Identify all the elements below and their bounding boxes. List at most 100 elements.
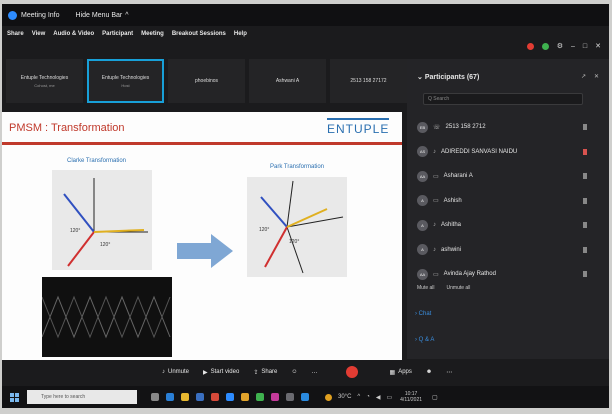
notifications-icon[interactable]: ▢ <box>432 394 438 401</box>
settings-icon[interactable]: ⚙ <box>557 42 563 50</box>
video-tile[interactable]: Ashwani A <box>249 59 326 103</box>
tile-sub: Cohost, me <box>34 82 55 88</box>
video-tile-active[interactable]: Entuple Technologies Host <box>86 59 165 103</box>
participant-name: Asharani A <box>443 173 473 180</box>
participant-row[interactable]: A ♪ Ashitha <box>417 213 607 238</box>
windows-start-icon[interactable] <box>10 392 19 402</box>
network-icon[interactable]: ◔ <box>366 394 370 400</box>
slide-divider <box>2 142 402 145</box>
maximize-icon[interactable]: □ <box>583 43 587 50</box>
avatar: A <box>417 195 428 207</box>
participant-row[interactable]: A ♪ ashwini <box>417 238 607 263</box>
park-diagram: 120° 120° <box>247 177 347 277</box>
menu-audio-video[interactable]: Audio & Video <box>53 31 94 37</box>
close-panel-icon[interactable]: ✕ <box>594 73 599 80</box>
store-icon[interactable] <box>196 393 204 401</box>
apps-button[interactable]: ▦ Apps <box>390 369 412 376</box>
avatar: EB <box>417 121 428 133</box>
close-icon[interactable]: ✕ <box>595 42 601 50</box>
participant-row[interactable]: AS ♪ ADIREDDI SANVASI NAIDU <box>417 140 607 165</box>
mic-status-icon[interactable] <box>583 197 587 204</box>
windows-taskbar: Type here to search 30°C ^ ◔ ◀ ▭ 10:17 4… <box>2 386 609 408</box>
volume-icon[interactable]: ◀ <box>376 394 381 401</box>
tile-sub: Host <box>121 82 130 88</box>
panel-actions: ↗ ✕ <box>581 73 599 80</box>
participants-toggle-icon[interactable]: ☻ <box>426 369 432 375</box>
phase-c-vector <box>67 231 95 267</box>
battery-icon[interactable]: ▭ <box>386 394 392 401</box>
video-tile[interactable]: phoebinos <box>168 59 246 103</box>
edge-icon[interactable] <box>166 393 174 401</box>
menu-participant[interactable]: Participant <box>102 31 133 37</box>
participant-name: ADIREDDI SANVASI NAIDU <box>441 148 518 155</box>
hide-menu-bar-button[interactable]: Hide Menu Bar ^ <box>76 12 129 19</box>
mic-muted-icon[interactable] <box>583 148 587 155</box>
app-icon[interactable] <box>286 393 294 401</box>
participant-name: Ashitha <box>441 222 462 229</box>
more-icon[interactable]: … <box>312 369 318 375</box>
reactions-icon[interactable]: ☺ <box>291 369 297 375</box>
app-icon[interactable] <box>301 393 309 401</box>
menu-share[interactable]: Share <box>7 31 24 37</box>
participant-search-input[interactable]: Q Search <box>423 93 583 105</box>
video-tile[interactable]: 2513 158 27172 <box>330 59 407 103</box>
whatsapp-icon[interactable] <box>256 393 264 401</box>
start-video-button[interactable]: ▶ Start video <box>203 369 239 376</box>
mic-icon: ♪ <box>433 246 436 253</box>
popout-icon[interactable]: ↗ <box>581 73 586 80</box>
qa-section[interactable]: › Q & A <box>415 337 434 343</box>
mic-status-icon[interactable] <box>583 246 587 253</box>
chrome-icon[interactable] <box>241 393 249 401</box>
chevron-up-icon[interactable]: ^ <box>357 394 360 400</box>
file-explorer-icon[interactable] <box>181 393 189 401</box>
more-options-icon[interactable]: ⋯ <box>446 369 452 376</box>
unmute-button[interactable]: ♪ Unmute <box>162 369 189 375</box>
task-view-icon[interactable] <box>151 393 159 401</box>
menu-help[interactable]: Help <box>234 31 247 37</box>
webex-taskbar-icon[interactable] <box>226 393 234 401</box>
share-button[interactable]: ⇪ Share <box>253 369 277 376</box>
mic-status-icon[interactable] <box>583 222 587 229</box>
meeting-toolbar: ♪ Unmute ▶ Start video ⇪ Share ☺ … ▦ App… <box>162 362 607 382</box>
angle-label-2: 120° <box>100 242 110 248</box>
participant-row[interactable]: EB ☏ 2513 158 2712 <box>417 115 607 140</box>
phone-icon: ☏ <box>433 124 441 131</box>
phase-c-vector <box>264 226 288 268</box>
menu-bar: Share View Audio & Video Participant Mee… <box>2 26 402 42</box>
participant-row[interactable]: A ▭ Ashish <box>417 189 607 214</box>
chat-section[interactable]: › Chat <box>415 311 431 317</box>
unmute-all-button[interactable]: Unmute all <box>447 285 471 291</box>
mail-icon[interactable] <box>211 393 219 401</box>
participants-title: Participants (67) <box>424 74 480 81</box>
mic-status-icon[interactable] <box>583 173 587 180</box>
video-tile[interactable]: Entuple Technologies Cohost, me <box>6 59 83 103</box>
mic-status-icon[interactable] <box>583 271 587 278</box>
minimize-icon[interactable]: – <box>571 43 575 50</box>
taskbar-clock[interactable]: 10:17 4/11/2021 <box>400 391 422 403</box>
menu-breakout-sessions[interactable]: Breakout Sessions <box>172 31 226 37</box>
mic-status-icon[interactable] <box>583 124 587 131</box>
participant-row[interactable]: AA ▭ Avinda Ajay Rathod <box>417 262 607 287</box>
webex-app-icon <box>8 10 17 20</box>
mute-all-button[interactable]: Mute all <box>417 285 435 291</box>
tile-name: Ashwani A <box>275 78 300 84</box>
monitor-screen: Meeting Info Hide Menu Bar ^ Share View … <box>2 4 609 408</box>
phase-a-vector <box>286 208 328 228</box>
menu-meeting[interactable]: Meeting <box>141 31 164 37</box>
avatar: A <box>417 219 428 231</box>
avatar: A <box>417 244 428 256</box>
leave-meeting-button[interactable] <box>345 366 358 378</box>
tile-name: Entuple Technologies <box>101 74 150 81</box>
chevron-down-icon: ⌄ <box>417 74 425 81</box>
participants-panel: ⌄ Participants (67) ↗ ✕ Q Search EB ☏ 25… <box>407 59 609 359</box>
taskbar-search-input[interactable]: Type here to search <box>27 390 137 404</box>
title-bar: Meeting Info Hide Menu Bar ^ <box>2 4 609 26</box>
participant-row[interactable]: AA ▭ Asharani A <box>417 164 607 189</box>
entuple-logo: ENTUPLE <box>327 118 389 136</box>
participant-name: Avinda Ajay Rathod <box>443 271 496 278</box>
waveform-plot <box>42 277 172 357</box>
menu-view[interactable]: View <box>32 31 46 37</box>
participants-header[interactable]: ⌄ Participants (67) <box>417 73 479 81</box>
app-icon[interactable] <box>271 393 279 401</box>
meeting-info-button[interactable]: Meeting Info <box>21 12 60 19</box>
